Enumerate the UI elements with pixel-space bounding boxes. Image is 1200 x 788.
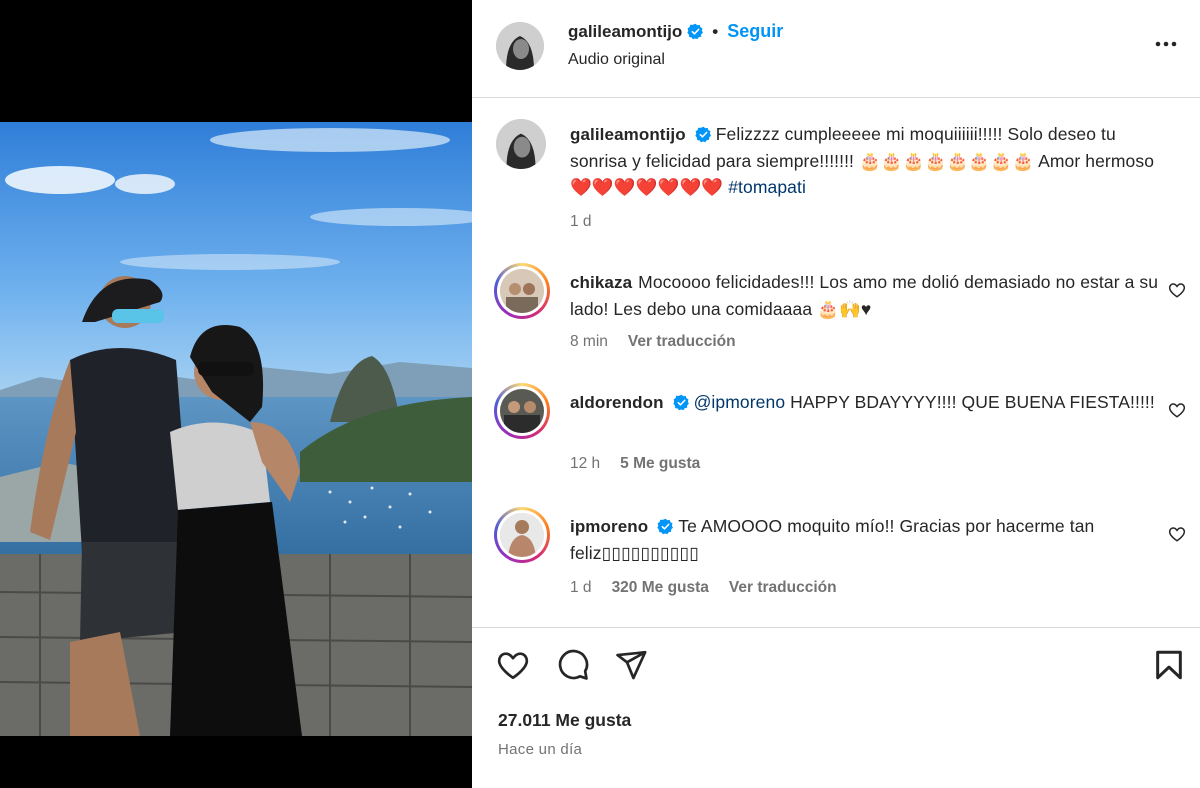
- post-date[interactable]: Hace un día: [498, 741, 582, 758]
- caption-time[interactable]: 1 d: [570, 213, 592, 230]
- bookmark-icon[interactable]: [1152, 648, 1186, 682]
- verified-badge-icon: [672, 394, 689, 411]
- action-bar: 27.011 Me gusta Hace un día: [472, 627, 1200, 788]
- comment-likes[interactable]: 5 Me gusta: [620, 455, 700, 472]
- comment-username[interactable]: chikaza: [570, 273, 632, 292]
- commenter-avatar: [500, 389, 544, 433]
- post-panel: galileamontijo • Seguir Audio original gal…: [472, 0, 1200, 788]
- caption-username[interactable]: galileamontijo: [570, 125, 686, 144]
- comment-time[interactable]: 8 min: [570, 333, 608, 350]
- verified-badge-icon: [657, 518, 674, 535]
- header-separator: •: [712, 22, 719, 41]
- comment-meta: 8 min Ver traducción: [570, 333, 756, 351]
- comment-username[interactable]: ipmoreno: [570, 517, 648, 536]
- like-count[interactable]: 27.011 Me gusta: [498, 710, 631, 731]
- comment-meta: 12 h 5 Me gusta: [570, 455, 720, 473]
- comment-mention[interactable]: @ipmoreno: [694, 392, 786, 412]
- verified-badge-icon: [687, 23, 704, 40]
- paper-plane-icon[interactable]: [614, 648, 648, 682]
- comment-body: HAPPY BDAYYYY!!!! QUE BUENA FIESTA!!!!!: [785, 392, 1155, 412]
- post-header: galileamontijo • Seguir Audio original: [472, 0, 1200, 98]
- comment-time[interactable]: 12 h: [570, 455, 600, 472]
- see-translation-link[interactable]: Ver traducción: [729, 579, 837, 596]
- more-options-icon[interactable]: [1152, 30, 1180, 58]
- story-ring[interactable]: [494, 263, 550, 319]
- follow-button[interactable]: Seguir: [727, 21, 783, 41]
- caption-meta: 1 d: [570, 213, 612, 231]
- author-username[interactable]: galileamontijo: [568, 22, 682, 41]
- commenter-avatar: [500, 513, 544, 557]
- caption-hashtag[interactable]: #tomapati: [728, 177, 806, 197]
- comment-body: Mocoooo felicidades!!! Los amo me dolió …: [570, 272, 1159, 319]
- comment-like-heart-icon[interactable]: [1168, 281, 1186, 299]
- comment-time[interactable]: 1 d: [570, 579, 592, 596]
- comments-section: galileamontijo Felizzzz cumpleeeee mi moq…: [472, 99, 1200, 627]
- story-ring[interactable]: [494, 383, 550, 439]
- post-photo-illustration: [0, 122, 472, 736]
- commenter-avatar: [500, 269, 544, 313]
- comment-meta: 1 d 320 Me gusta Ver traducción: [570, 579, 857, 597]
- comment-text: chikaza Mocoooo felicidades!!! Los amo me…: [570, 269, 1160, 322]
- comment-username[interactable]: aldorendon: [570, 393, 664, 412]
- author-line: galileamontijo • Seguir: [568, 21, 783, 42]
- comment-like-heart-icon[interactable]: [1168, 525, 1186, 543]
- caption-avatar[interactable]: [496, 119, 546, 169]
- post-media: [0, 0, 472, 788]
- heart-icon[interactable]: [496, 648, 530, 682]
- comment-icon[interactable]: [556, 648, 590, 682]
- comment-likes[interactable]: 320 Me gusta: [612, 579, 709, 596]
- post-photo[interactable]: [0, 122, 472, 736]
- caption-text: galileamontijo Felizzzz cumpleeeee mi moq…: [570, 121, 1160, 200]
- story-ring[interactable]: [494, 507, 550, 563]
- see-translation-link[interactable]: Ver traducción: [628, 333, 736, 350]
- comment-body: Te AMOOOO moquito mío!! Gracias por hace…: [570, 516, 1095, 563]
- audio-label[interactable]: Audio original: [568, 51, 665, 69]
- author-avatar[interactable]: [496, 22, 544, 70]
- verified-badge-icon: [695, 126, 711, 143]
- comment-text: ipmoreno Te AMOOOO moquito mío!! Gracias …: [570, 513, 1160, 566]
- comment-like-heart-icon[interactable]: [1168, 401, 1186, 419]
- comment-text: aldorendon @ipmoreno HAPPY BDAYYYY!!!! QU…: [570, 389, 1160, 416]
